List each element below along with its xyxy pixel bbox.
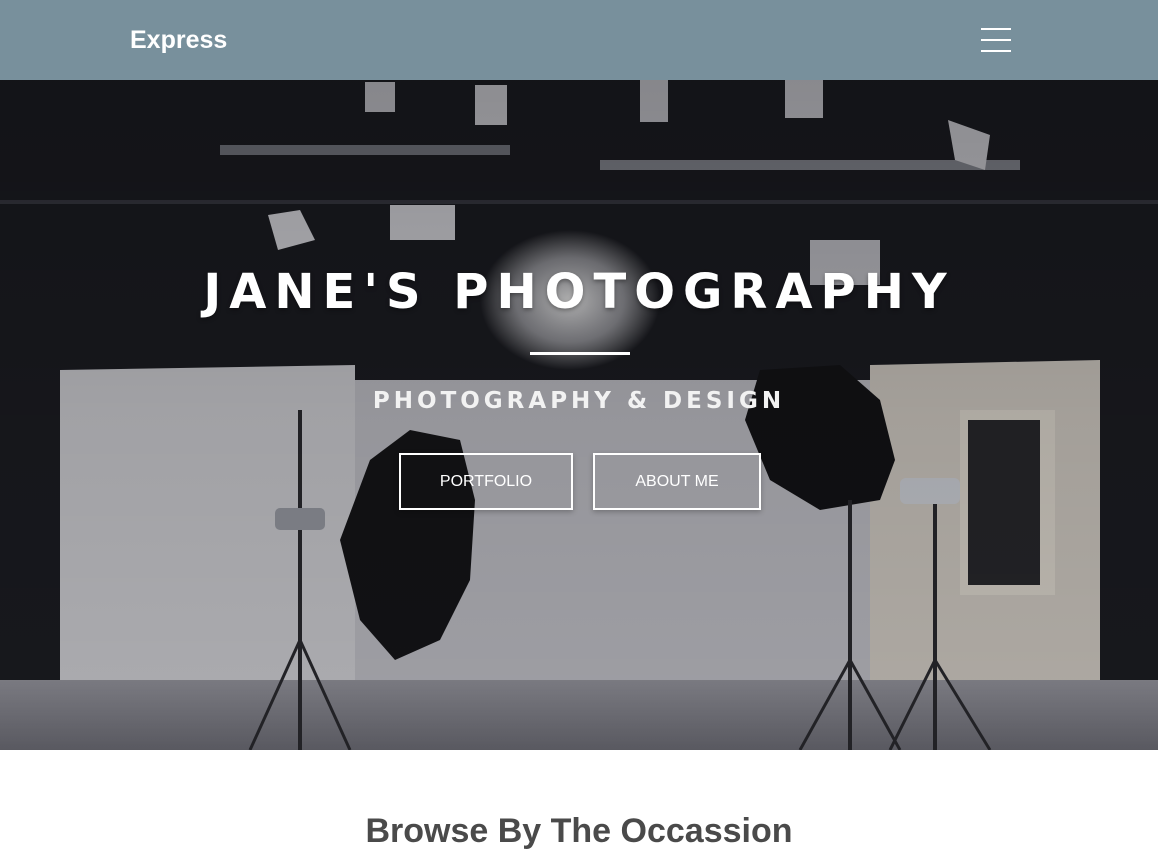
section-heading: Browse By The Occassion bbox=[365, 812, 793, 850]
about-me-button[interactable]: ABOUT ME bbox=[593, 453, 761, 510]
hero-subtitle: PHOTOGRAPHY & DESIGN bbox=[372, 388, 786, 414]
top-navbar: Express bbox=[0, 0, 1158, 80]
brand-logo-link[interactable]: Express bbox=[130, 24, 227, 56]
hero-banner: JANE'S PHOTOGRAPHY PHOTOGRAPHY & DESIGN … bbox=[0, 80, 1158, 750]
portfolio-button[interactable]: PORTFOLIO bbox=[399, 453, 573, 510]
hamburger-menu-icon bbox=[981, 28, 1011, 52]
hero-title: JANE'S PHOTOGRAPHY bbox=[203, 264, 955, 320]
menu-toggle-button[interactable] bbox=[975, 22, 1017, 58]
hero-divider bbox=[530, 352, 630, 355]
